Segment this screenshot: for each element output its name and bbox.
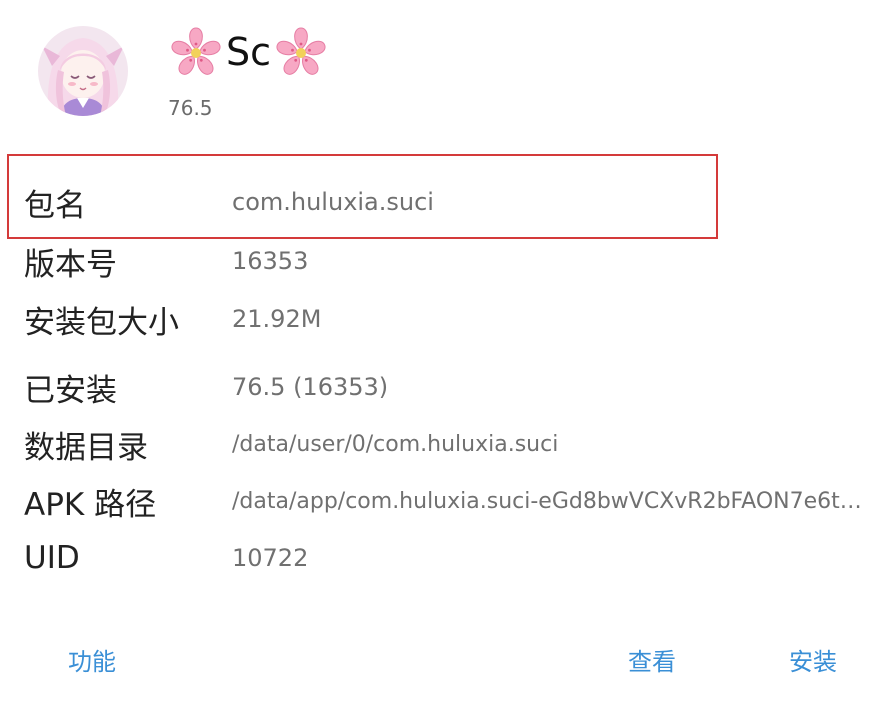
detail-label: 已安装 [24, 372, 117, 409]
detail-row-data-dir: 数据目录 /data/user/0/com.huluxia.suci [24, 419, 874, 469]
detail-row-package-size: 安装包大小 21.92M [24, 294, 874, 344]
cherry-blossom-icon [171, 27, 221, 75]
detail-value[interactable]: /data/app/com.huluxia.suci-eGd8bwVCXvR2b… [232, 489, 874, 514]
app-info-dialog: Sc 76.5 包名 com.huluxia.suci 版本号 16353 安装… [0, 0, 874, 710]
detail-row-version-code: 版本号 16353 [24, 236, 874, 286]
detail-row-uid: UID 10722 [24, 533, 874, 583]
install-button[interactable]: 安装 [789, 642, 837, 677]
detail-label: 安装包大小 [24, 304, 179, 341]
detail-row-package-name: 包名 com.huluxia.suci [24, 177, 874, 227]
detail-value[interactable]: com.huluxia.suci [232, 188, 874, 216]
functions-button[interactable]: 功能 [68, 642, 116, 677]
avatar-anime-girl-icon [38, 26, 128, 116]
app-title: Sc [168, 22, 329, 82]
detail-label: UID [24, 540, 80, 576]
app-avatar [38, 26, 128, 116]
view-button[interactable]: 查看 [628, 642, 676, 677]
detail-value[interactable]: 76.5 (16353) [232, 373, 874, 401]
detail-row-apk-path: APK 路径 /data/app/com.huluxia.suci-eGd8bw… [24, 476, 874, 526]
detail-value[interactable]: 16353 [232, 247, 874, 275]
detail-value[interactable]: 10722 [232, 544, 874, 572]
detail-value[interactable]: /data/user/0/com.huluxia.suci [232, 432, 874, 457]
detail-label: 数据目录 [24, 429, 148, 466]
detail-value[interactable]: 21.92M [232, 305, 874, 333]
detail-row-installed: 已安装 76.5 (16353) [24, 362, 874, 412]
cherry-blossom-icon [276, 27, 326, 75]
detail-label: APK 路径 [24, 486, 157, 523]
app-version: 76.5 [168, 96, 213, 120]
app-name: Sc [226, 30, 272, 74]
detail-label: 包名 [24, 187, 86, 224]
detail-label: 版本号 [24, 246, 117, 283]
